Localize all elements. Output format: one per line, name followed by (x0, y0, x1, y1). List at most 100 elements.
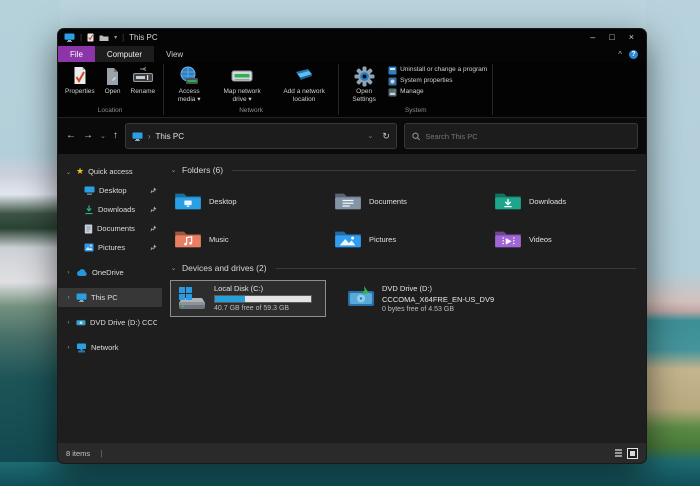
hard-drive-icon (176, 284, 208, 312)
pin-icon (150, 187, 157, 194)
access-media-icon (179, 65, 199, 87)
chevron-right-icon[interactable]: › (65, 344, 72, 351)
system-properties-button[interactable]: System properties (388, 77, 487, 86)
ribbon-group-system: Open Settings Uninstall or change a prog… (340, 62, 491, 117)
downloads-icon (84, 205, 94, 215)
address-bar[interactable]: › This PC ⌄ ↻ (125, 123, 397, 149)
file-list: ⌄ Folders (6) Desktop (162, 154, 646, 443)
details-view-button[interactable] (613, 448, 624, 459)
desktop: | ▾ | This PC – □ × File Computer (0, 0, 700, 486)
sidebar-item-dvd-drive[interactable]: › DVD Drive (D:) CCCO (58, 313, 162, 332)
sidebar-item-quick-access[interactable]: ⌄ ★ Quick access (58, 162, 162, 181)
rename-icon (132, 65, 154, 87)
folder-shortcut-icon[interactable] (99, 34, 109, 42)
sidebar-item-this-pc[interactable]: › This PC (58, 288, 162, 307)
tab-file[interactable]: File (58, 46, 95, 62)
status-bar: 8 items | (58, 443, 646, 463)
chevron-right-icon[interactable]: › (65, 269, 72, 276)
this-pc-icon (64, 33, 75, 42)
ribbon-tabs: File Computer View ^ ? (58, 46, 646, 62)
onedrive-cloud-icon (76, 269, 88, 277)
map-network-drive-icon (230, 65, 254, 87)
desktop-folder-icon (174, 190, 202, 212)
breadcrumb-this-pc[interactable]: This PC (156, 132, 184, 141)
minimize-button[interactable]: – (590, 33, 595, 42)
settings-gear-icon (354, 65, 375, 87)
address-dropdown-icon[interactable]: ⌄ (367, 133, 373, 140)
open-icon (105, 65, 120, 87)
search-input[interactable] (425, 132, 630, 141)
chevron-right-icon[interactable]: › (65, 319, 72, 326)
item-count: 8 items (66, 449, 90, 458)
folder-videos[interactable]: Videos (490, 220, 647, 258)
window-title: This PC (129, 33, 157, 42)
disk-usage-bar (214, 295, 312, 303)
sidebar-item-desktop[interactable]: Desktop (58, 181, 162, 200)
properties-button[interactable]: Properties (62, 64, 98, 97)
breadcrumb-chevron-icon: › (148, 132, 151, 141)
add-network-location-button[interactable]: Add a network location (275, 64, 333, 105)
up-button[interactable]: ↑ (113, 131, 118, 141)
map-network-drive-button[interactable]: Map network drive ▾ (213, 64, 271, 105)
recent-locations-icon[interactable]: ⌄ (100, 133, 106, 140)
section-devices[interactable]: ⌄ Devices and drives (2) (170, 260, 636, 276)
sidebar-item-downloads[interactable]: Downloads (58, 200, 162, 219)
chevron-down-icon[interactable]: ⌄ (65, 168, 72, 176)
folder-pictures[interactable]: Pictures (330, 220, 490, 258)
uninstall-program-button[interactable]: Uninstall or change a program (388, 66, 487, 75)
chevron-down-icon[interactable]: ⌄ (170, 264, 177, 272)
folder-desktop[interactable]: Desktop (170, 182, 330, 220)
quick-access-toolbar: | ▾ | This PC (64, 33, 158, 42)
tab-computer[interactable]: Computer (95, 46, 154, 62)
navigation-bar: ← → ⌄ ↑ › This PC ⌄ ↻ (58, 118, 646, 154)
drive-dvd-d[interactable]: DVD Drive (D:) CCCOMA_X64FRE_EN-US_DV9 0… (340, 280, 500, 317)
tab-view[interactable]: View (154, 46, 195, 62)
forward-button[interactable]: → (83, 131, 93, 141)
rename-button[interactable]: Rename (128, 64, 159, 97)
section-folders[interactable]: ⌄ Folders (6) (170, 162, 636, 178)
pictures-icon (84, 243, 94, 252)
this-pc-icon (76, 293, 87, 302)
qat-dropdown-icon[interactable]: ▾ (114, 34, 117, 41)
group-label-system: System (344, 105, 487, 117)
sidebar-item-documents[interactable]: Documents (58, 219, 162, 238)
drive-local-disk-c[interactable]: Local Disk (C:) 40.7 GB free of 59.3 GB (170, 280, 326, 317)
ribbon-group-location: Properties Open (58, 62, 162, 117)
section-divider (232, 170, 636, 171)
sidebar-item-onedrive[interactable]: › OneDrive (58, 263, 162, 282)
large-icons-view-button[interactable] (627, 448, 638, 459)
access-media-button[interactable]: Access media ▾ (169, 64, 209, 105)
downloads-folder-icon (494, 190, 522, 212)
group-label-network: Network (169, 105, 333, 117)
properties-icon (72, 65, 88, 87)
chevron-down-icon[interactable]: ⌄ (170, 166, 177, 174)
folder-documents[interactable]: Documents (330, 182, 490, 220)
pictures-folder-icon (334, 228, 362, 250)
pin-icon (150, 206, 157, 213)
collapse-ribbon-icon[interactable]: ^ (618, 50, 622, 59)
manage-button[interactable]: Manage (388, 88, 487, 97)
back-button[interactable]: ← (66, 131, 76, 141)
explorer-window: | ▾ | This PC – □ × File Computer (57, 28, 647, 464)
ribbon-divider (338, 64, 339, 115)
help-icon[interactable]: ? (629, 50, 638, 59)
properties-shortcut-icon[interactable] (87, 33, 94, 42)
dvd-drive-icon (346, 284, 376, 310)
refresh-icon[interactable]: ↻ (382, 131, 390, 142)
ribbon-divider (163, 64, 164, 115)
ribbon: Properties Open (58, 62, 646, 118)
close-button[interactable]: × (629, 33, 634, 42)
sidebar-item-pictures[interactable]: Pictures (58, 238, 162, 257)
folder-music[interactable]: Music (170, 220, 330, 258)
chevron-right-icon[interactable]: › (65, 294, 72, 301)
sidebar-item-network[interactable]: › Network (58, 338, 162, 357)
open-button[interactable]: Open (102, 64, 124, 97)
search-box[interactable] (404, 123, 638, 149)
maximize-button[interactable]: □ (609, 33, 614, 42)
quick-access-star-icon: ★ (76, 167, 84, 176)
group-label-location: Location (62, 105, 158, 117)
ribbon-group-network: Access media ▾ Map network drive ▾ (165, 62, 337, 117)
folder-downloads[interactable]: Downloads (490, 182, 647, 220)
open-settings-button[interactable]: Open Settings (344, 64, 384, 105)
pin-icon (150, 225, 157, 232)
